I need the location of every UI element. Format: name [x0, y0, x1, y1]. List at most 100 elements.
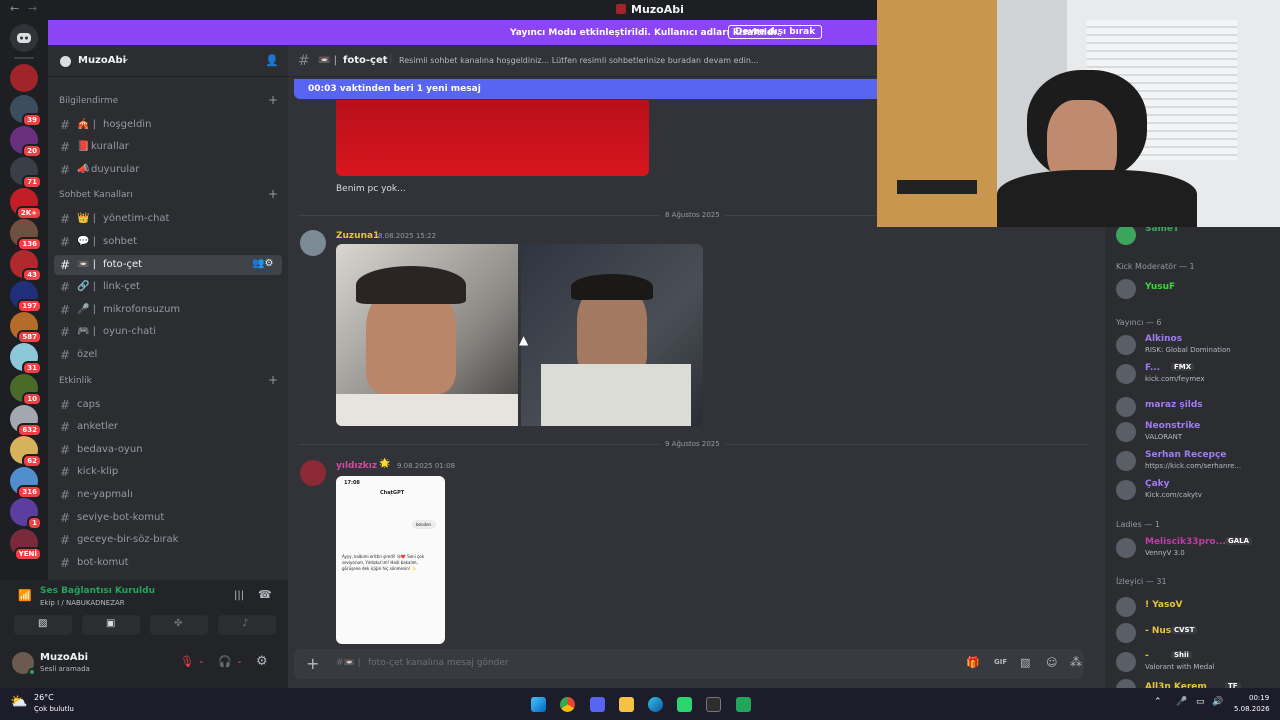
screen-share-button[interactable]: ▣	[82, 615, 140, 635]
emoji-icon[interactable]: ☺	[1046, 656, 1057, 669]
add-channel-icon[interactable]: +	[268, 93, 278, 107]
member-item[interactable]: Çaky Kick.com/cakytv	[1105, 477, 1280, 501]
apps-icon[interactable]: ⁂	[1070, 655, 1082, 669]
category-chat[interactable]: Sohbet Kanalları	[59, 190, 133, 200]
disable-streamer-mode-button[interactable]: Devre dışı bırak	[728, 25, 823, 39]
user-name[interactable]: MuzoAbi	[40, 652, 88, 663]
add-channel-icon[interactable]: +	[268, 187, 278, 201]
channel-item[interactable]: # 👑 | yönetim-chat	[54, 209, 282, 229]
member-item[interactable]: Alkinos RISK: Global Domination	[1105, 332, 1280, 356]
channel-item[interactable]: # geceye-bir-söz-bırak	[54, 530, 282, 550]
clock-date[interactable]: 5.08.2026	[1234, 705, 1270, 713]
chrome-icon[interactable]	[560, 697, 575, 712]
server-icon[interactable]: 316	[10, 467, 42, 499]
terminal-icon[interactable]	[706, 697, 721, 712]
channel-item[interactable]: # ne-yapmalı	[54, 485, 282, 505]
voice-status[interactable]: Ses Bağlantısı Kuruldu	[40, 586, 155, 596]
server-icon[interactable]: 2K+	[10, 188, 42, 220]
server-icon[interactable]: 39	[10, 95, 42, 127]
message-image[interactable]	[521, 244, 703, 426]
mute-icon[interactable]: 🎙	[180, 655, 194, 668]
edge-icon[interactable]	[648, 697, 663, 712]
server-icon[interactable]: 62	[10, 436, 42, 468]
server-icon[interactable]: 1	[10, 498, 42, 530]
server-icon[interactable]: YENİ	[10, 529, 42, 561]
member-item[interactable]: Neonstrike VALORANT	[1105, 419, 1280, 443]
member-item[interactable]: - Nusrex CVST	[1105, 620, 1280, 644]
channel-item[interactable]: # bedava-oyun	[54, 440, 282, 460]
deafen-icon[interactable]: 🎧	[218, 655, 232, 668]
discord-home-button[interactable]	[10, 24, 38, 52]
gif-icon[interactable]: GIF	[994, 658, 1007, 666]
monitor-icon[interactable]: ▭	[1196, 697, 1205, 707]
camera-button[interactable]: ▨	[14, 615, 72, 635]
add-attachment-icon[interactable]: +	[306, 654, 319, 673]
app-icon[interactable]	[736, 697, 751, 712]
discord-icon[interactable]	[590, 697, 605, 712]
weather-icon[interactable]: ⛅	[10, 694, 27, 710]
member-item[interactable]: - Valorant with Medal Shii	[1105, 649, 1280, 673]
guild-header[interactable]: MuzoAbi ⌄ 👤	[48, 45, 288, 77]
message-author[interactable]: Zuzuna1	[336, 231, 379, 241]
server-icon[interactable]: 587	[10, 312, 42, 344]
message-author[interactable]: yıldızkız	[336, 461, 377, 471]
add-member-icon[interactable]: 👤	[265, 54, 279, 67]
message-image[interactable]	[336, 100, 649, 176]
server-icon[interactable]: 197	[10, 281, 42, 313]
server-icon[interactable]	[10, 64, 38, 92]
member-item[interactable]: YusuF	[1105, 276, 1280, 300]
channel-item[interactable]: # 📕 kurallar	[54, 137, 282, 157]
back-arrow-icon[interactable]: ←	[10, 2, 19, 15]
volume-icon[interactable]: 🔊	[1212, 697, 1223, 707]
message-input[interactable]: foto-çet kanalına mesaj gönder	[368, 658, 868, 668]
sticker-icon[interactable]: ▧	[1020, 656, 1030, 669]
member-item[interactable]: Meliscik33pro... VennyV 3.0 GALA	[1105, 535, 1280, 559]
channel-settings-icon[interactable]: 👥⚙	[252, 258, 273, 269]
chevron-down-icon[interactable]: ⌄	[236, 656, 243, 665]
channel-item[interactable]: # 📼 | foto-çet 👥⚙	[54, 255, 282, 275]
channel-item[interactable]: # 🎤 | mikrofonsuzum	[54, 300, 282, 320]
channel-item[interactable]: # seviye-bot-komut	[54, 508, 282, 528]
member-item[interactable]: F... kick.com/feymex FMX	[1105, 361, 1280, 385]
clock-time[interactable]: 00:19	[1249, 694, 1269, 702]
activities-button[interactable]: ✤	[150, 615, 208, 635]
category-info[interactable]: Bilgilendirme	[59, 96, 118, 106]
app-icon[interactable]	[677, 697, 692, 712]
noise-suppression-icon[interactable]: |||	[234, 590, 244, 601]
channel-topic[interactable]: Resimli sohbet kanalına hoşgeldiniz... L…	[399, 56, 759, 65]
category-event[interactable]: Etkinlik	[59, 376, 92, 386]
server-icon[interactable]: 43	[10, 250, 42, 282]
message-image[interactable]	[336, 244, 518, 426]
forward-arrow-icon[interactable]: →	[28, 2, 37, 15]
avatar[interactable]	[300, 230, 326, 256]
server-icon[interactable]: 10	[10, 374, 42, 406]
channel-item[interactable]: # 🎪 | hoşgeldin	[54, 115, 282, 135]
server-icon[interactable]: 20	[10, 126, 42, 158]
server-icon[interactable]: 71	[10, 157, 42, 189]
gear-icon[interactable]: ⚙	[256, 654, 268, 669]
member-item[interactable]: Serhan Recepçe https://kick.com/serhanre.…	[1105, 448, 1280, 472]
channel-item[interactable]: # bot-komut	[54, 553, 282, 573]
mic-icon[interactable]: 🎤	[1176, 697, 1187, 707]
add-channel-icon[interactable]: +	[268, 373, 278, 387]
file-explorer-icon[interactable]	[619, 697, 634, 712]
disconnect-icon[interactable]: ☎	[258, 588, 272, 601]
new-messages-bar[interactable]: 00:03 vaktinden beri 1 yeni mesaj	[294, 79, 884, 99]
channel-item[interactable]: # caps	[54, 395, 282, 415]
channel-item[interactable]: # 💬 | sohbet	[54, 232, 282, 252]
soundboard-button[interactable]: ♪	[218, 615, 276, 635]
channel-item[interactable]: # 📣 duyurular	[54, 160, 282, 180]
channel-item[interactable]: # özel	[54, 345, 282, 365]
chevron-down-icon[interactable]: ⌄	[198, 656, 205, 665]
server-icon[interactable]: 136	[10, 219, 42, 251]
channel-item[interactable]: # kick-klip	[54, 462, 282, 482]
channel-item[interactable]: # 🎮 | oyun-chati	[54, 322, 282, 342]
member-item[interactable]: maraz şilds	[1105, 394, 1280, 418]
channel-item[interactable]: # anketler	[54, 417, 282, 437]
avatar[interactable]	[300, 460, 326, 486]
channel-item[interactable]: # 🔗 | link-çet	[54, 277, 282, 297]
start-button[interactable]	[531, 697, 546, 712]
server-icon[interactable]: 31	[10, 343, 42, 375]
message-image[interactable]: 17:08 ChatGPT benden Ayyy, kalbimi eritt…	[336, 476, 445, 644]
server-icon[interactable]: 632	[10, 405, 42, 437]
